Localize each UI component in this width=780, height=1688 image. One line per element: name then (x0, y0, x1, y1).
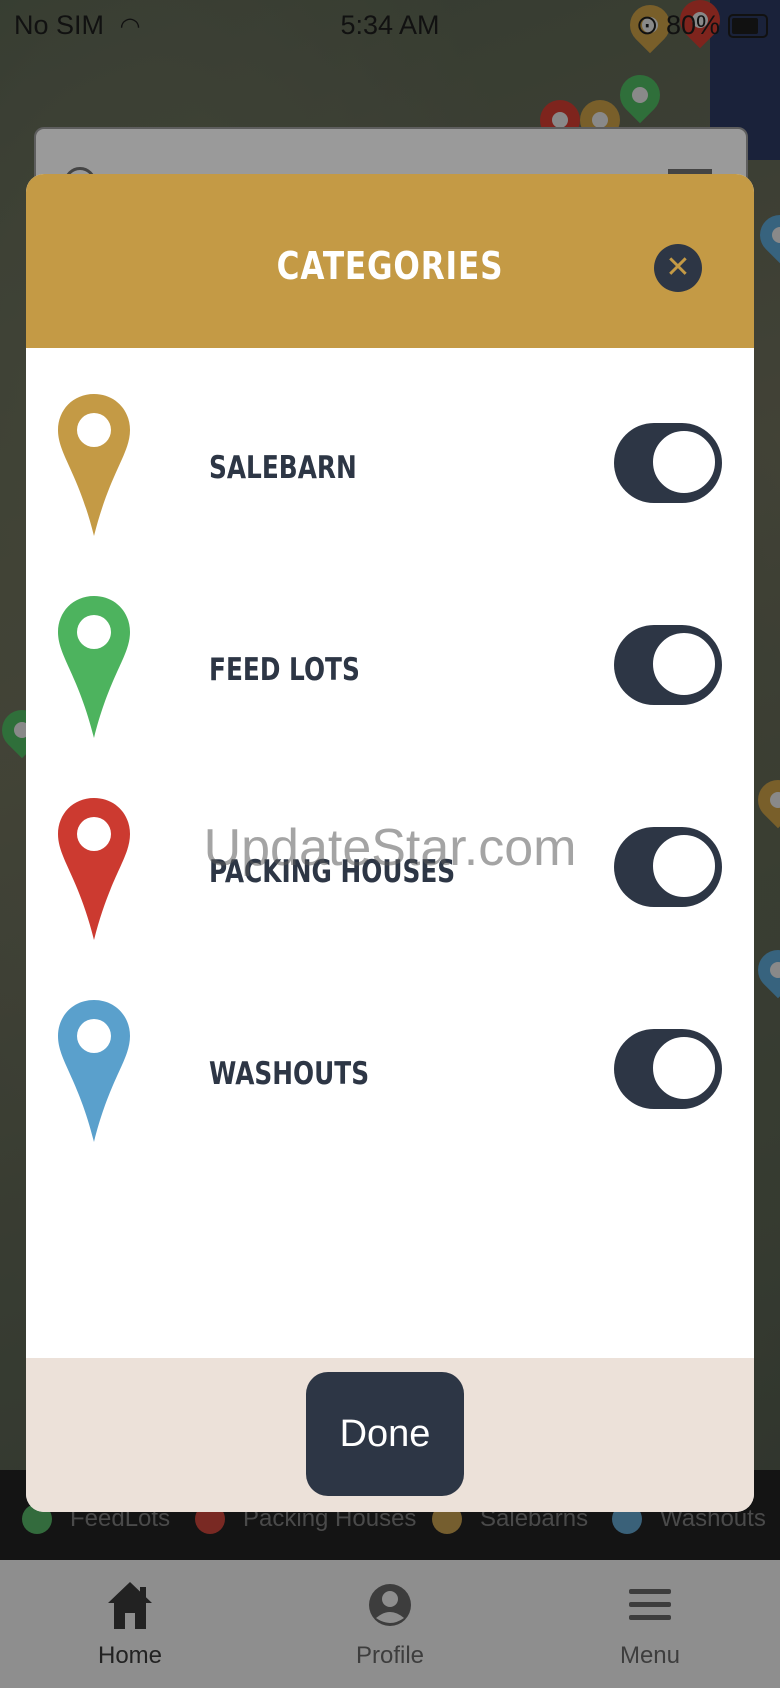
category-label: FEED LOTS (209, 652, 360, 688)
home-icon (50, 1570, 210, 1640)
toggle-knob (650, 1034, 718, 1102)
tab-profile[interactable]: Profile (310, 1570, 470, 1670)
battery-percentage: 80% (665, 10, 720, 40)
profile-icon (310, 1570, 470, 1640)
modal-header: CATEGORIES ✕ (26, 174, 754, 348)
category-row-feed-lots: FEED LOTS (26, 594, 754, 754)
status-bar: No SIM ◠ 5:34 AM ⊙ 80% (0, 0, 780, 52)
toggle-knob (650, 630, 718, 698)
salebarn-pin-icon (58, 394, 130, 536)
orientation-lock-icon: ⊙ (635, 10, 666, 40)
category-label: WASHOUTS (209, 1056, 370, 1092)
done-button[interactable]: Done (306, 1372, 464, 1496)
tab-menu[interactable]: Menu (570, 1570, 730, 1670)
tab-label: Menu (619, 1642, 681, 1669)
toggle-knob (650, 428, 718, 496)
tab-label: Home (97, 1642, 163, 1669)
close-button[interactable]: ✕ (654, 244, 702, 292)
watermark: UpdateStar.com (203, 819, 577, 877)
salebarn-toggle[interactable] (614, 423, 722, 503)
category-row-washouts: WASHOUTS (26, 998, 754, 1158)
washouts-toggle[interactable] (614, 1029, 722, 1109)
category-row-salebarn: SALEBARN (26, 392, 754, 552)
feed-lots-toggle[interactable] (614, 625, 722, 705)
tab-label: Profile (355, 1642, 425, 1669)
battery-icon (728, 14, 768, 38)
feed-lots-pin-icon (58, 596, 130, 738)
close-icon: ✕ (665, 251, 691, 284)
menu-icon (570, 1570, 730, 1640)
tab-home[interactable]: Home (50, 1570, 210, 1670)
modal-title: CATEGORIES (276, 244, 504, 288)
washouts-pin-icon (58, 1000, 130, 1142)
tab-bar: Home Profile Menu (0, 1560, 780, 1688)
category-label: SALEBARN (209, 450, 357, 486)
